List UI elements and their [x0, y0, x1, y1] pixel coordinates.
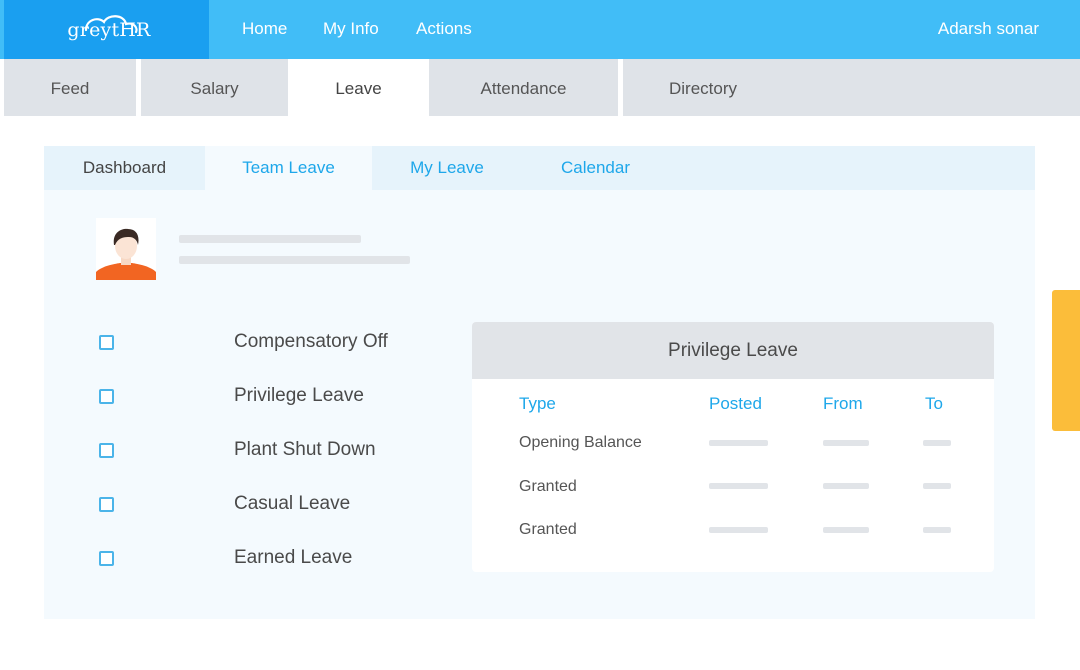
leave-detail-card: Privilege Leave Type Posted From To Open…: [472, 322, 994, 572]
tab-directory[interactable]: Directory: [623, 59, 783, 116]
logo-text: greytHR: [67, 19, 151, 41]
column-header-to: To: [925, 394, 943, 413]
column-header-type: Type: [519, 394, 556, 413]
name-placeholder: [179, 235, 361, 243]
cell-placeholder: [923, 527, 951, 533]
tab-attendance[interactable]: Attendance: [429, 59, 618, 116]
subtab-calendar[interactable]: Calendar: [522, 146, 669, 190]
row-type-label: Opening Balance: [519, 434, 642, 451]
side-feedback-tab[interactable]: [1052, 290, 1080, 431]
cell-placeholder: [823, 527, 869, 533]
checkbox-plant-shut-down[interactable]: [99, 443, 114, 458]
cell-placeholder: [709, 440, 768, 446]
cell-placeholder: [923, 440, 951, 446]
checkbox-casual-leave[interactable]: [99, 497, 114, 512]
nav-home-link[interactable]: Home: [242, 19, 287, 39]
cell-placeholder: [823, 440, 869, 446]
detail-placeholder: [179, 256, 410, 264]
nav-my-info-link[interactable]: My Info: [323, 19, 379, 39]
subtab-team-leave[interactable]: Team Leave: [205, 146, 372, 190]
checkbox-privilege-leave[interactable]: [99, 389, 114, 404]
card-title: Privilege Leave: [472, 322, 994, 379]
checkbox-earned-leave[interactable]: [99, 551, 114, 566]
cell-placeholder: [923, 483, 951, 489]
tab-leave[interactable]: Leave: [288, 59, 429, 116]
subtab-dashboard[interactable]: Dashboard: [44, 146, 205, 190]
row-type-label: Granted: [519, 478, 577, 495]
subtab-my-leave[interactable]: My Leave: [372, 146, 522, 190]
user-name[interactable]: Adarsh sonar: [938, 19, 1039, 39]
leave-type-label: Privilege Leave: [234, 385, 364, 406]
cell-placeholder: [823, 483, 869, 489]
column-header-posted: Posted: [709, 394, 762, 413]
leave-type-label: Plant Shut Down: [234, 439, 376, 460]
tab-feed[interactable]: Feed: [4, 59, 136, 116]
cell-placeholder: [709, 483, 768, 489]
tab-salary[interactable]: Salary: [141, 59, 288, 116]
nav-actions-link[interactable]: Actions: [416, 19, 472, 39]
cell-placeholder: [709, 527, 768, 533]
leave-type-label: Compensatory Off: [234, 331, 388, 352]
column-header-from: From: [823, 394, 863, 413]
leave-type-label: Earned Leave: [234, 547, 353, 568]
leave-type-label: Casual Leave: [234, 493, 351, 514]
row-type-label: Granted: [519, 521, 577, 538]
checkbox-compensatory-off[interactable]: [99, 335, 114, 350]
avatar: [96, 218, 156, 280]
